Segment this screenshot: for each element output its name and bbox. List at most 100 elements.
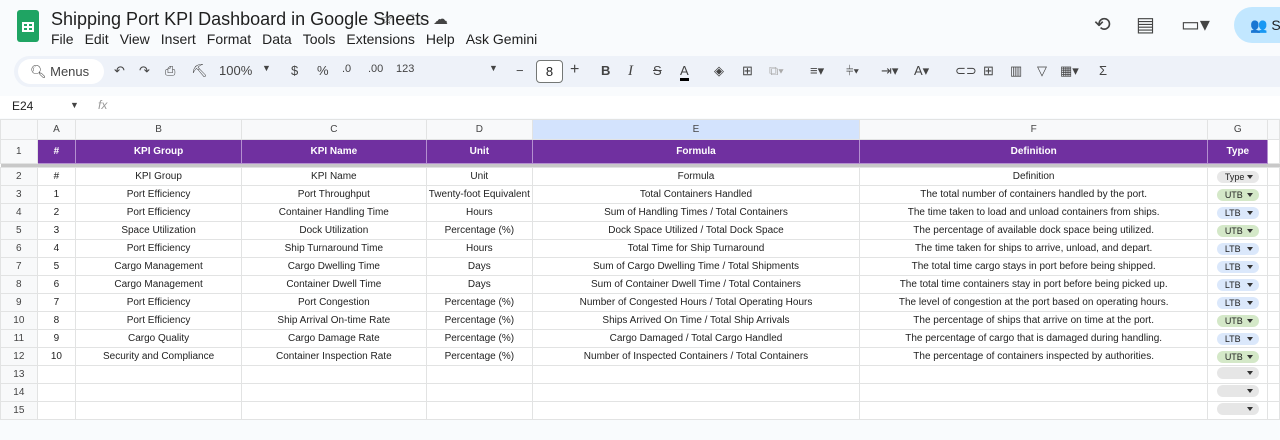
cell[interactable]: 2 (36, 203, 77, 222)
type-dropdown-chip[interactable]: LTB (1216, 242, 1259, 255)
cell[interactable]: 6 (36, 275, 77, 294)
type-cell[interactable]: UTB (1207, 347, 1269, 366)
redo-icon[interactable]: ↷ (139, 63, 150, 79)
cell[interactable]: 5 (36, 257, 77, 276)
type-dropdown-chip[interactable] (1216, 385, 1259, 397)
cell[interactable]: Percentage (%) (425, 293, 533, 312)
percent-button[interactable]: % (317, 63, 329, 78)
cell[interactable]: Definition (859, 167, 1209, 186)
type-dropdown-chip[interactable]: LTB (1216, 278, 1259, 291)
cell[interactable]: The percentage of containers inspected b… (859, 347, 1209, 366)
type-cell[interactable]: UTB (1207, 185, 1269, 204)
cell[interactable]: Container Handling Time (240, 203, 427, 222)
cell[interactable]: 1 (36, 185, 77, 204)
header-cell[interactable]: Definition (859, 139, 1209, 164)
decrease-font-size-icon[interactable]: − (516, 63, 524, 78)
strikethrough-icon[interactable]: S (653, 63, 662, 78)
type-dropdown-chip[interactable]: LTB (1216, 260, 1259, 273)
cell[interactable]: Security and Compliance (75, 347, 242, 366)
cell[interactable]: Cargo Management (75, 275, 242, 294)
cell[interactable]: Percentage (%) (425, 329, 533, 348)
cell[interactable] (425, 383, 533, 402)
type-dropdown-chip[interactable]: UTB (1216, 188, 1259, 201)
menu-search[interactable]: 🔍︎ Menus (18, 59, 104, 84)
menu-format[interactable]: Format (207, 31, 251, 47)
name-box-dropdown-icon[interactable]: ▼ (70, 100, 79, 110)
cell[interactable]: The percentage of cargo that is damaged … (859, 329, 1209, 348)
type-cell[interactable]: LTB (1207, 239, 1269, 258)
cell[interactable]: Days (425, 257, 533, 276)
cell[interactable] (75, 401, 242, 420)
cell[interactable]: KPI Group (75, 167, 242, 186)
filter-icon[interactable]: ▽ (1037, 63, 1047, 79)
cell[interactable]: The time taken to load and unload contai… (859, 203, 1209, 222)
cell[interactable] (531, 383, 861, 402)
cell[interactable] (425, 365, 533, 384)
cell[interactable]: The total number of containers handled b… (859, 185, 1209, 204)
version-history-icon[interactable]: ⟲ (1094, 12, 1111, 37)
cell[interactable]: Total Time for Ship Turnaround (531, 239, 861, 258)
menu-data[interactable]: Data (262, 31, 292, 47)
header-cell[interactable]: KPI Name (240, 139, 427, 164)
cell[interactable]: Ships Arrived On Time / Total Ship Arriv… (531, 311, 861, 330)
cell[interactable]: Hours (425, 239, 533, 258)
cell[interactable] (240, 383, 427, 402)
currency-button[interactable]: $ (291, 63, 298, 78)
column-header-f[interactable]: F (859, 119, 1209, 140)
cell[interactable]: 3 (36, 221, 77, 240)
type-cell[interactable]: UTB (1207, 221, 1269, 240)
cell[interactable]: Port Throughput (240, 185, 427, 204)
menu-edit[interactable]: Edit (85, 31, 109, 47)
column-header-c[interactable]: C (240, 119, 427, 140)
row-number[interactable]: 6 (0, 239, 38, 258)
text-rotation-icon[interactable]: A▾ (914, 63, 929, 79)
cell[interactable]: Cargo Damage Rate (240, 329, 427, 348)
column-header-a[interactable]: A (36, 119, 77, 140)
row-number[interactable]: 15 (0, 401, 38, 420)
header-cell[interactable]: Formula (531, 139, 861, 164)
cell[interactable] (36, 365, 77, 384)
cell[interactable]: Number of Congested Hours / Total Operat… (531, 293, 861, 312)
cell[interactable]: The level of congestion at the port base… (859, 293, 1209, 312)
cell[interactable]: Cargo Damaged / Total Cargo Handled (531, 329, 861, 348)
cell[interactable]: Hours (425, 203, 533, 222)
cell[interactable]: The time taken for ships to arrive, unlo… (859, 239, 1209, 258)
link-icon[interactable]: ⊂⊃ (955, 63, 977, 79)
text-wrap-icon[interactable]: ⇥▾ (881, 63, 898, 79)
cell[interactable]: Sum of Handling Times / Total Containers (531, 203, 861, 222)
font-dropdown-icon[interactable]: ▼ (489, 63, 498, 73)
cell[interactable]: Port Efficiency (75, 311, 242, 330)
type-dropdown-chip[interactable]: Type (1216, 170, 1259, 183)
header-cell[interactable]: KPI Group (75, 139, 242, 164)
cell[interactable]: Port Efficiency (75, 293, 242, 312)
menu-tools[interactable]: Tools (303, 31, 336, 47)
cell[interactable]: # (36, 167, 77, 186)
row-number[interactable]: 14 (0, 383, 38, 402)
row-number[interactable]: 12 (0, 347, 38, 366)
cell[interactable]: Twenty-foot Equivalent (425, 185, 533, 204)
cell[interactable]: Dock Space Utilized / Total Dock Space (531, 221, 861, 240)
star-icon[interactable]: ☆ (380, 10, 393, 28)
cell[interactable]: Unit (425, 167, 533, 186)
header-cell[interactable]: # (36, 139, 77, 164)
cell[interactable] (240, 401, 427, 420)
chart-icon[interactable]: ▥ (1010, 63, 1022, 79)
borders-icon[interactable]: ⊞ (742, 63, 753, 79)
increase-decimal-button[interactable]: .00 (368, 63, 383, 75)
select-all-corner[interactable] (0, 119, 38, 140)
cell[interactable]: Days (425, 275, 533, 294)
zoom-select[interactable]: 100% (219, 63, 252, 78)
type-cell[interactable] (1207, 365, 1269, 384)
row-number[interactable]: 7 (0, 257, 38, 276)
merge-cells-icon[interactable]: ⧉▾ (769, 63, 784, 79)
menu-insert[interactable]: Insert (161, 31, 196, 47)
cell[interactable]: The percentage of ships that arrive on t… (859, 311, 1209, 330)
type-cell[interactable]: LTB (1207, 257, 1269, 276)
cell[interactable] (75, 365, 242, 384)
paint-format-icon[interactable]: ⛏ (191, 63, 208, 79)
cell[interactable]: Percentage (%) (425, 311, 533, 330)
comments-icon[interactable]: ▤ (1136, 12, 1155, 37)
cell[interactable]: Sum of Container Dwell Time / Total Cont… (531, 275, 861, 294)
cell[interactable]: Container Dwell Time (240, 275, 427, 294)
document-title[interactable]: Shipping Port KPI Dashboard in Google Sh… (51, 9, 429, 30)
